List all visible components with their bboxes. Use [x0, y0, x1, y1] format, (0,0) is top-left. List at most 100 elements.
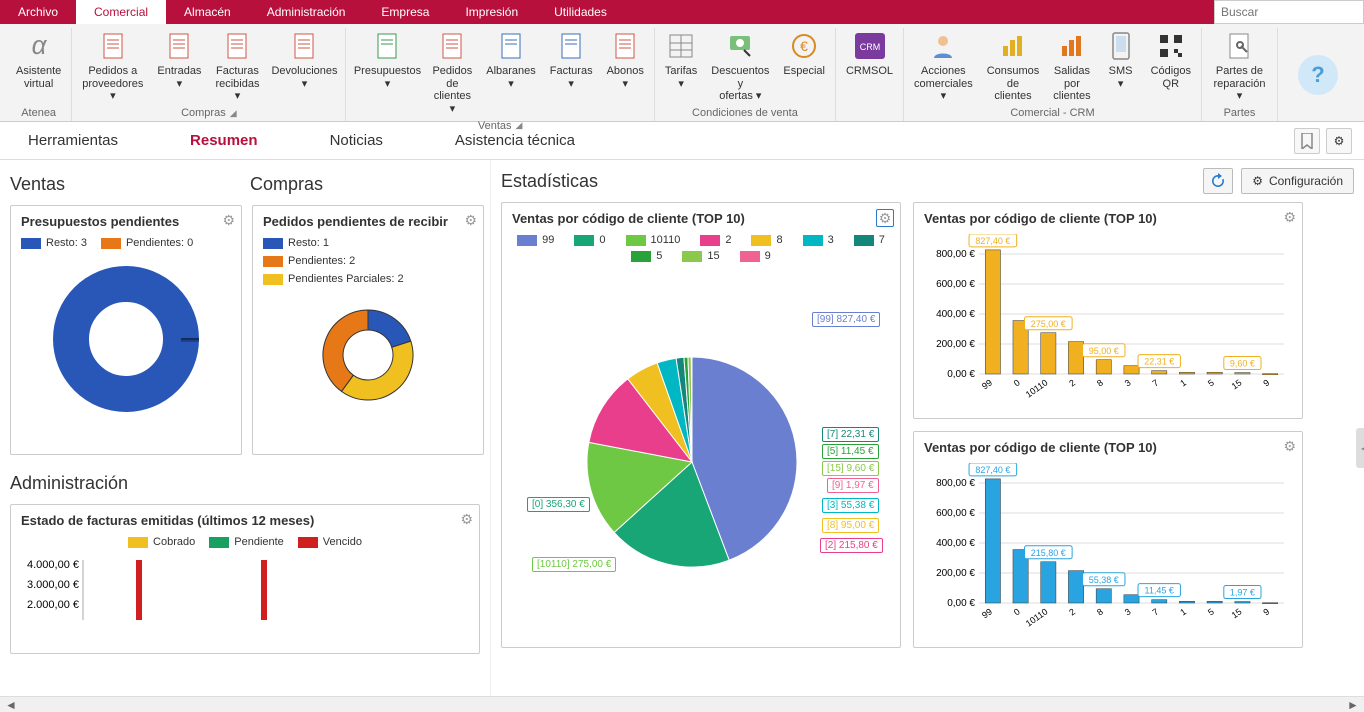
ribbon-item[interactable]: Presupuestos▾ — [352, 28, 422, 118]
svg-text:α: α — [31, 30, 47, 60]
menu-administracion[interactable]: Administración — [249, 0, 364, 24]
ribbon-item[interactable]: SMS▾ — [1101, 28, 1141, 105]
ribbon-item-label: Entradas▾ — [157, 65, 201, 90]
ribbon-item[interactable]: αAsistentevirtual — [12, 28, 65, 105]
stat-card-bar1: ⚙ Ventas por código de cliente (TOP 10) … — [913, 202, 1303, 419]
ribbon-item-label: CódigosQR — [1151, 65, 1191, 90]
legend-label: Vencido — [323, 536, 362, 548]
svg-text:200,00 €: 200,00 € — [936, 339, 975, 350]
ribbon: αAsistentevirtualAteneaPedidos aproveedo… — [0, 24, 1364, 122]
ribbon-item-label: Accionescomerciales ▾ — [914, 65, 973, 103]
ribbon-item[interactable]: Abonos▾ — [603, 28, 648, 118]
donut-chart — [263, 285, 473, 425]
dialog-launcher-icon[interactable]: ◢ — [230, 108, 237, 119]
legend-swatch — [626, 235, 646, 246]
legend-swatch — [517, 235, 537, 246]
horizontal-scrollbar[interactable]: ◄ ► — [0, 696, 1364, 712]
scroll-left-icon[interactable]: ◄ — [4, 698, 18, 712]
menu-comercial[interactable]: Comercial — [76, 0, 166, 24]
legend-item: 2 — [700, 234, 731, 246]
ribbon-item[interactable]: Devoluciones▾ — [269, 28, 339, 105]
ribbon-item[interactable]: Pedidos declientes ▾ — [428, 28, 476, 118]
ribbon-item[interactable]: Facturas▾ — [546, 28, 597, 118]
ribbon-item[interactable]: CódigosQR — [1147, 28, 1195, 105]
ribbon-item-label: Pedidos declientes ▾ — [432, 65, 472, 116]
svg-text:2: 2 — [1067, 606, 1077, 617]
gear-icon[interactable]: ⚙ — [1283, 209, 1296, 226]
bar-chart: 0,00 €200,00 €400,00 €600,00 €800,00 €99… — [924, 463, 1294, 638]
gear-icon[interactable]: ⚙ — [222, 212, 235, 229]
svg-text:2.000,00 €: 2.000,00 € — [27, 599, 79, 611]
chart-callout: [2] 215,80 € — [820, 538, 883, 553]
ribbon-item-label: CRMSOL — [846, 65, 893, 78]
legend-swatch — [263, 256, 283, 267]
legend-label: 5 — [656, 250, 662, 262]
subtab-asistencia[interactable]: Asistencia técnica — [439, 128, 591, 153]
refresh-button[interactable] — [1203, 168, 1233, 194]
settings-icon[interactable]: ⚙ — [1326, 128, 1352, 154]
ribbon-item[interactable]: Tarifas▾ — [661, 28, 701, 105]
chart-callout: [3] 55,38 € — [822, 498, 879, 513]
gear-icon[interactable]: ⚙ — [876, 209, 894, 227]
legend-swatch — [128, 537, 148, 548]
chart-callout: [9] 1,97 € — [827, 478, 879, 493]
ribbon-item[interactable]: Salidaspor clientes — [1049, 28, 1094, 105]
ribbon-item[interactable]: Entradas▾ — [153, 28, 205, 105]
subtab-resumen[interactable]: Resumen — [174, 128, 274, 153]
legend-swatch — [209, 537, 229, 548]
svg-text:827,40 €: 827,40 € — [975, 465, 1010, 475]
ribbon-item-label: Salidaspor clientes — [1053, 65, 1090, 103]
svg-text:22,31 €: 22,31 € — [1144, 357, 1174, 367]
gear-icon[interactable]: ⚙ — [1283, 438, 1296, 455]
ribbon-item[interactable]: € Especial — [779, 28, 829, 105]
legend-item: 9 — [740, 250, 771, 262]
legend: Resto: 3Pendientes: 0 — [21, 237, 231, 249]
card-title: Estado de facturas emitidas (últimos 12 … — [21, 513, 469, 528]
legend-swatch — [751, 235, 771, 246]
ribbon-item[interactable]: Descuentos yofertas ▾ — [707, 28, 773, 105]
gear-icon[interactable]: ⚙ — [460, 511, 473, 528]
ribbon-item-label: Especial — [783, 65, 825, 78]
ribbon-item[interactable]: Accionescomerciales ▾ — [910, 28, 977, 105]
ribbon-item[interactable]: Pedidos aproveedores ▾ — [78, 28, 147, 105]
subtab-noticias[interactable]: Noticias — [314, 128, 399, 153]
svg-text:11,45 €: 11,45 € — [1145, 586, 1174, 596]
legend-item: 7 — [854, 234, 885, 246]
ribbon-item[interactable]: CRMCRMSOL — [842, 28, 897, 117]
doc-green-icon — [371, 30, 403, 62]
bookmark-icon[interactable] — [1294, 128, 1320, 154]
legend-label: Pendientes Parciales: 2 — [288, 273, 404, 285]
legend-label: 0 — [599, 234, 605, 246]
menu-utilidades[interactable]: Utilidades — [536, 0, 625, 24]
search-input[interactable] — [1214, 0, 1364, 24]
config-label: Configuración — [1269, 174, 1343, 188]
collapse-handle-icon[interactable]: ◂ — [1356, 428, 1364, 468]
euro-icon: € — [788, 30, 820, 62]
ribbon-item[interactable]: Consumosde clientes — [983, 28, 1044, 105]
ribbon-item-label: Pedidos aproveedores ▾ — [82, 65, 143, 103]
menu-almacen[interactable]: Almacén — [166, 0, 249, 24]
legend-label: 2 — [725, 234, 731, 246]
svg-text:800,00 €: 800,00 € — [936, 478, 975, 489]
svg-text:15: 15 — [1230, 377, 1244, 391]
gear-icon[interactable]: ⚙ — [464, 212, 477, 229]
legend-label: Resto: 3 — [46, 237, 87, 249]
legend-swatch — [803, 235, 823, 246]
ribbon-item[interactable]: Partes dereparación ▾ — [1208, 28, 1271, 105]
config-button[interactable]: ⚙ Configuración — [1241, 168, 1354, 194]
ribbon-item[interactable]: Albaranes▾ — [482, 28, 540, 118]
menu-empresa[interactable]: Empresa — [363, 0, 447, 24]
legend-item: Pendiente — [209, 536, 284, 548]
svg-text:200,00 €: 200,00 € — [936, 568, 975, 579]
doc-wrench-icon — [1223, 30, 1255, 62]
help-button[interactable]: ? — [1278, 28, 1358, 121]
menu-archivo[interactable]: Archivo — [0, 0, 76, 24]
scroll-right-icon[interactable]: ► — [1346, 698, 1360, 712]
svg-text:3: 3 — [1123, 377, 1133, 388]
legend-swatch — [740, 251, 760, 262]
subtab-herramientas[interactable]: Herramientas — [12, 128, 134, 153]
ribbon-item[interactable]: Facturasrecibidas ▾ — [211, 28, 263, 105]
menu-impresion[interactable]: Impresión — [447, 0, 536, 24]
person-icon — [927, 30, 959, 62]
legend-swatch — [263, 274, 283, 285]
